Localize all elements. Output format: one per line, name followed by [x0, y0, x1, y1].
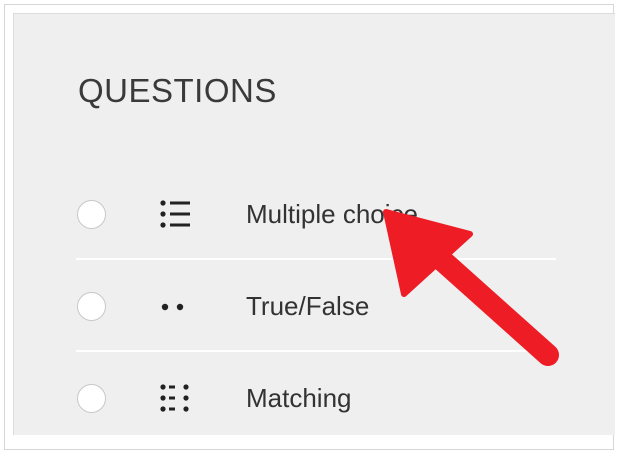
radio-button[interactable]	[77, 292, 106, 321]
question-type-true-false[interactable]: True/False	[76, 260, 556, 352]
matching-grid-icon	[160, 384, 189, 412]
true-false-dots-icon	[161, 303, 184, 311]
radio-button[interactable]	[77, 384, 106, 413]
multiple-choice-list-icon	[160, 200, 190, 228]
questions-panel: QUESTIONS Multiple choice True/False Mat…	[13, 13, 615, 444]
question-type-label: True/False	[246, 291, 370, 321]
question-type-multiple-choice[interactable]: Multiple choice	[76, 168, 556, 260]
question-type-label: Matching	[246, 383, 352, 413]
question-type-matching[interactable]: Matching	[76, 352, 556, 444]
panel-heading: QUESTIONS	[78, 72, 277, 109]
question-type-label: Multiple choice	[246, 199, 418, 229]
radio-button[interactable]	[77, 200, 106, 229]
